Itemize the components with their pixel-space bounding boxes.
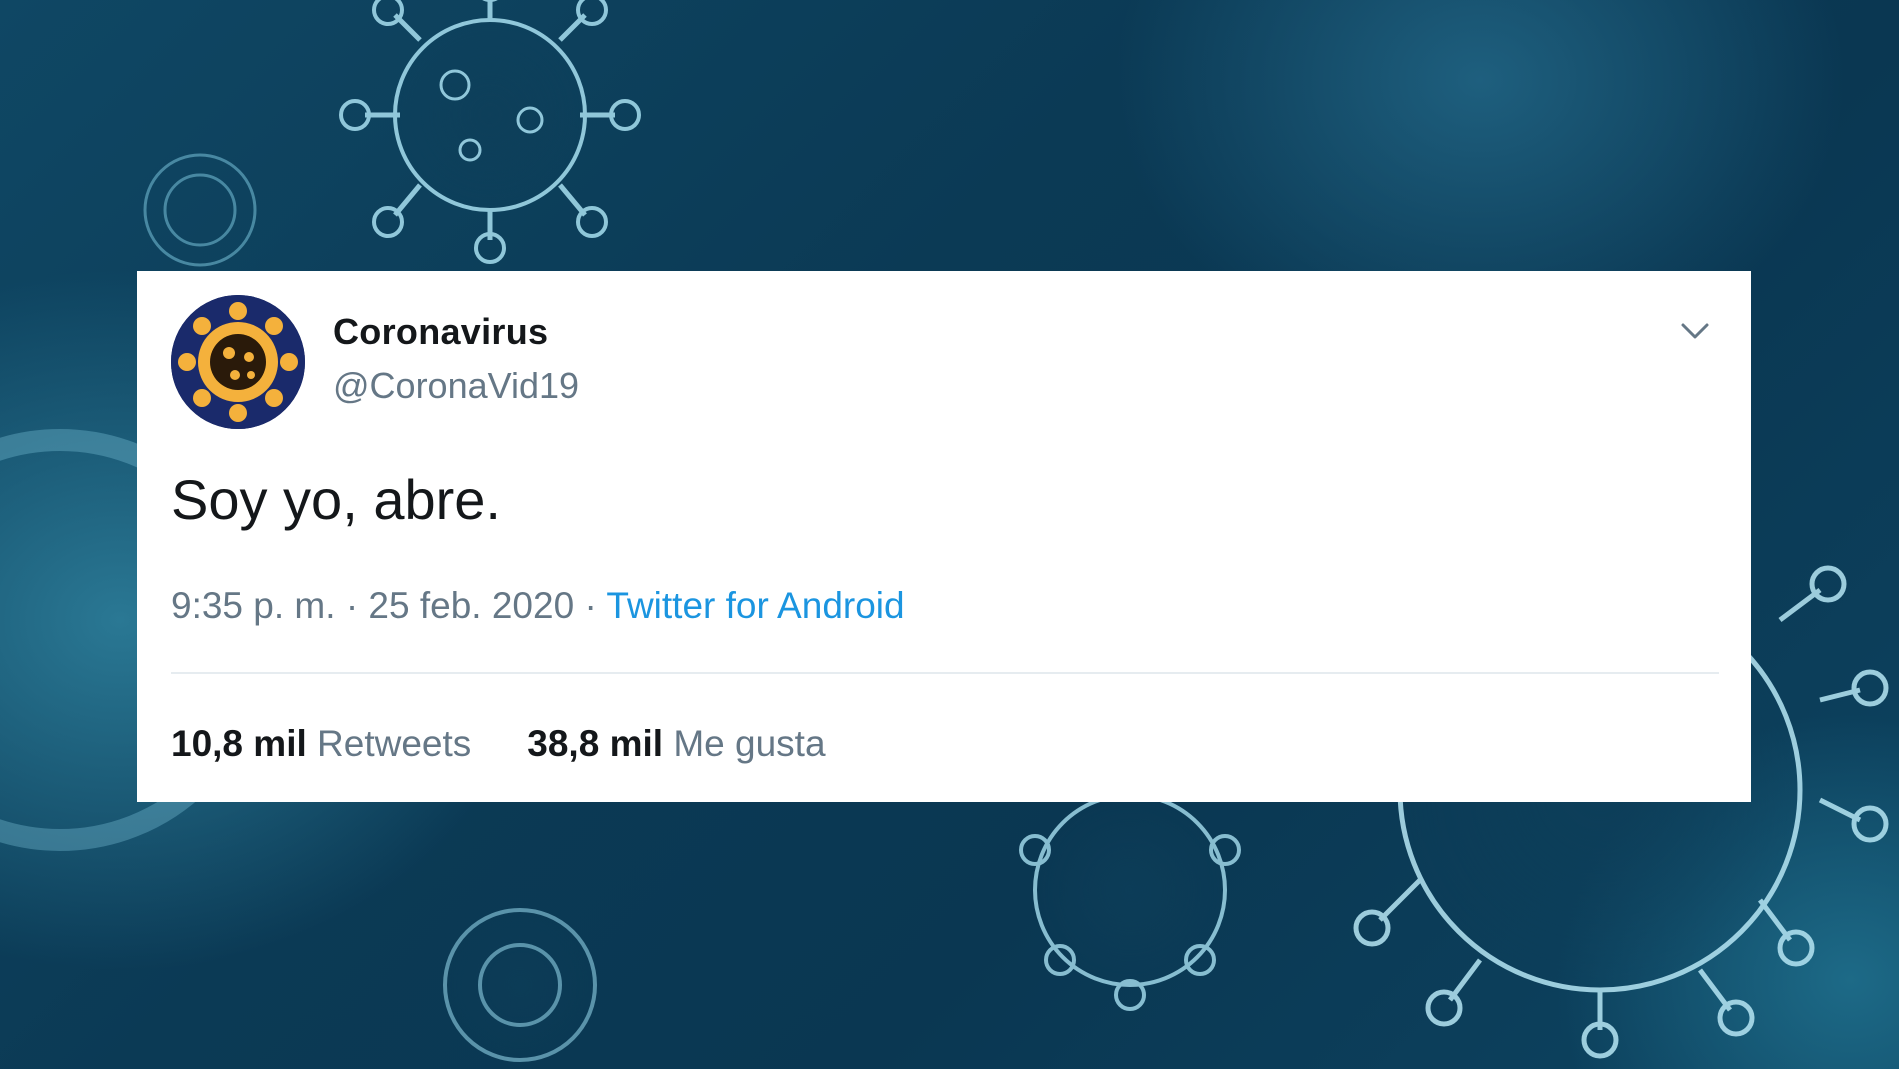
coronavirus-avatar-icon: [171, 295, 305, 429]
virus-bottom-center: [1019, 793, 1241, 1011]
meta-separator: ·: [584, 585, 597, 626]
user-handle[interactable]: @CoronaVid19: [333, 365, 579, 407]
tweet-source-link[interactable]: Twitter for Android: [606, 585, 904, 626]
meta-separator: ·: [345, 585, 359, 626]
virus-small-left: [143, 153, 257, 267]
avatar[interactable]: [171, 295, 305, 429]
tweet-card: Coronavirus @CoronaVid19 Soy yo, abre. 9…: [137, 271, 1751, 802]
retweets-count: 10,8 mil: [171, 723, 307, 764]
tweet-text: Soy yo, abre.: [171, 468, 501, 531]
tweet-meta: 9:35 p. m. · 25 feb. 2020 · Twitter for …: [171, 585, 905, 627]
retweets-label: Retweets: [317, 723, 472, 764]
virus-top: [339, 0, 641, 264]
virus-bottom-left: [443, 908, 597, 1062]
likes-stat[interactable]: 38,8 mil Me gusta: [527, 723, 825, 765]
background-stage: Coronavirus @CoronaVid19 Soy yo, abre. 9…: [0, 0, 1899, 1069]
tweet-date[interactable]: 25 feb. 2020: [368, 585, 574, 626]
likes-label: Me gusta: [673, 723, 826, 764]
tweet-stats: 10,8 mil Retweets 38,8 mil Me gusta: [171, 723, 826, 765]
divider: [171, 672, 1719, 674]
tweet-time[interactable]: 9:35 p. m.: [171, 585, 336, 626]
display-name[interactable]: Coronavirus: [333, 311, 548, 353]
likes-count: 38,8 mil: [527, 723, 664, 764]
retweets-stat[interactable]: 10,8 mil Retweets: [171, 723, 471, 765]
tweet-menu-button[interactable]: [1675, 311, 1715, 351]
chevron-down-icon: [1681, 323, 1709, 339]
